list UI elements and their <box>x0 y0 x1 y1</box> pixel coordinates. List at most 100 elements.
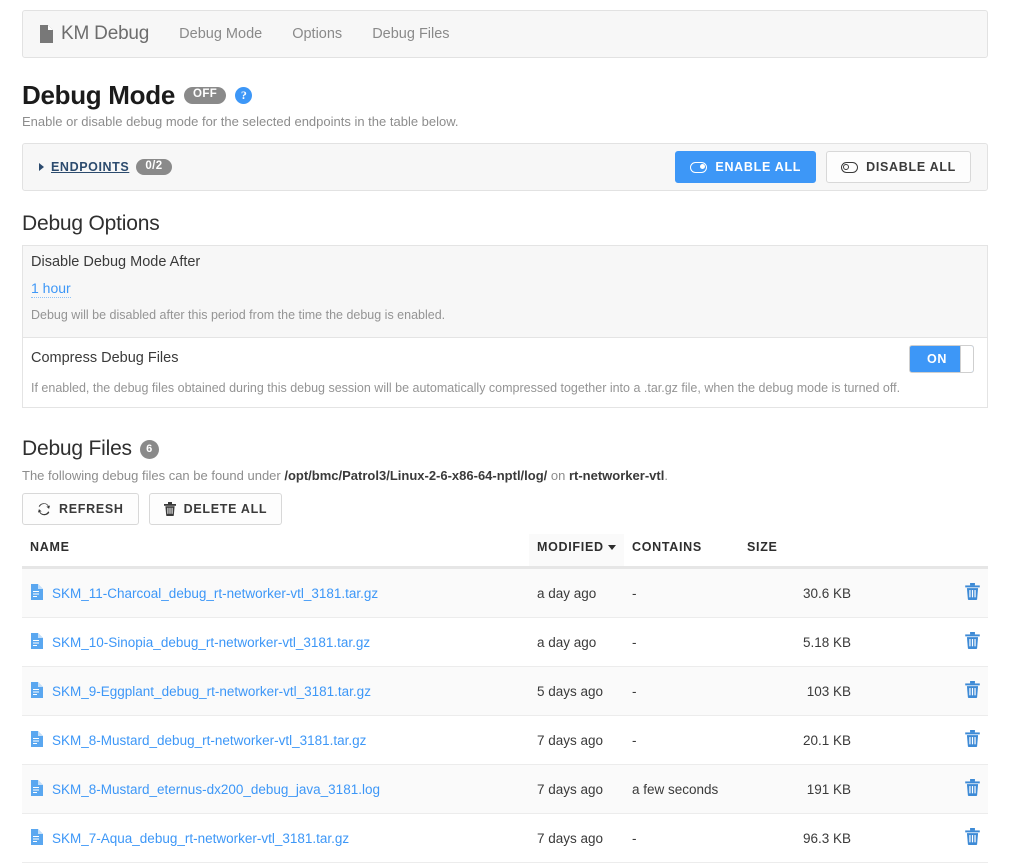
column-header-actions <box>859 534 988 568</box>
file-link[interactable]: SKM_7-Aqua_debug_rt-networker-vtl_3181.t… <box>30 829 349 848</box>
file-link[interactable]: SKM_8-Mustard_debug_rt-networker-vtl_318… <box>30 731 366 750</box>
cell-actions <box>859 568 988 618</box>
column-header-contains[interactable]: CONTAINS <box>624 534 739 568</box>
cell-modified: 7 days ago <box>529 716 624 765</box>
help-circle-icon[interactable]: ? <box>235 87 252 104</box>
cell-actions <box>859 667 988 716</box>
delete-row-button[interactable] <box>965 779 980 799</box>
file-name: SKM_7-Aqua_debug_rt-networker-vtl_3181.t… <box>52 831 349 846</box>
refresh-icon <box>37 502 51 516</box>
note-prefix: The following debug files can be found u… <box>22 468 284 483</box>
delete-row-button[interactable] <box>965 632 980 652</box>
cell-name: SKM_11-Charcoal_debug_rt-networker-vtl_3… <box>22 568 529 618</box>
refresh-button[interactable]: REFRESH <box>22 493 139 525</box>
delete-row-button[interactable] <box>965 828 980 848</box>
file-name: SKM_8-Mustard_debug_rt-networker-vtl_318… <box>52 733 366 748</box>
file-link[interactable]: SKM_9-Eggplant_debug_rt-networker-vtl_31… <box>30 682 371 701</box>
cell-size: 96.3 KB <box>739 814 859 863</box>
column-header-name[interactable]: NAME <box>22 534 529 568</box>
debug-mode-heading: Debug Mode OFF ? <box>22 80 252 111</box>
debug-page: KM Debug Debug Mode Options Debug Files … <box>0 0 1009 866</box>
toggle-off-icon <box>841 162 858 173</box>
cell-name: SKM_7-Aqua_debug_rt-networker-vtl_3181.t… <box>22 814 529 863</box>
cell-size: 20.1 KB <box>739 716 859 765</box>
debug-files-note: The following debug files can be found u… <box>22 468 668 483</box>
table-row: SKM_10-Sinopia_debug_rt-networker-vtl_31… <box>22 618 988 667</box>
file-link[interactable]: SKM_10-Sinopia_debug_rt-networker-vtl_31… <box>30 633 370 652</box>
compress-label: Compress Debug Files <box>31 350 178 366</box>
compress-note: If enabled, the debug files obtained dur… <box>31 381 900 395</box>
file-icon <box>30 829 43 848</box>
column-header-size[interactable]: SIZE <box>739 534 859 568</box>
page-title: Debug Mode <box>22 80 175 111</box>
file-link[interactable]: SKM_11-Charcoal_debug_rt-networker-vtl_3… <box>30 584 378 603</box>
column-header-modified[interactable]: MODIFIED <box>529 534 624 568</box>
note-mid: on <box>547 468 569 483</box>
brand[interactable]: KM Debug <box>39 23 149 45</box>
cell-name: SKM_10-Sinopia_debug_rt-networker-vtl_31… <box>22 618 529 667</box>
debug-files-table: NAME MODIFIED CONTAINS SIZE SKM_11-Charc… <box>22 534 988 863</box>
cell-contains: - <box>624 618 739 667</box>
cell-contains: a few seconds <box>624 765 739 814</box>
delete-row-button[interactable] <box>965 681 980 701</box>
debug-files-count-badge: 6 <box>140 440 159 459</box>
cell-modified: a day ago <box>529 568 624 618</box>
refresh-label: REFRESH <box>59 502 124 516</box>
delete-row-button[interactable] <box>965 730 980 750</box>
table-header: NAME MODIFIED CONTAINS SIZE <box>22 534 988 568</box>
nav-item-debug-files[interactable]: Debug Files <box>372 26 449 42</box>
endpoints-panel: ENDPOINTS 0/2 ENABLE ALL DISABLE ALL <box>22 143 988 191</box>
cell-contains: - <box>624 568 739 618</box>
table-row: SKM_11-Charcoal_debug_rt-networker-vtl_3… <box>22 568 988 618</box>
disable-after-value[interactable]: 1 hour <box>31 280 71 298</box>
brand-label: KM Debug <box>61 23 149 45</box>
delete-all-button[interactable]: DELETE ALL <box>149 493 283 525</box>
cell-name: SKM_8-Mustard_eternus-dx200_debug_java_3… <box>22 765 529 814</box>
cell-size: 30.6 KB <box>739 568 859 618</box>
top-navbar: KM Debug Debug Mode Options Debug Files <box>22 10 988 58</box>
toggle-on-icon <box>690 162 707 173</box>
cell-actions <box>859 765 988 814</box>
file-link[interactable]: SKM_8-Mustard_eternus-dx200_debug_java_3… <box>30 780 380 799</box>
compress-toggle-state: ON <box>910 352 960 366</box>
table-row: SKM_8-Mustard_debug_rt-networker-vtl_318… <box>22 716 988 765</box>
cell-actions <box>859 716 988 765</box>
file-icon <box>30 731 43 750</box>
document-icon <box>39 25 54 43</box>
cell-modified: 7 days ago <box>529 765 624 814</box>
file-name: SKM_11-Charcoal_debug_rt-networker-vtl_3… <box>52 586 378 601</box>
compress-toggle[interactable]: ON <box>909 345 974 373</box>
debug-files-title: Debug Files <box>22 437 132 461</box>
file-name: SKM_9-Eggplant_debug_rt-networker-vtl_31… <box>52 684 371 699</box>
enable-all-label: ENABLE ALL <box>715 160 801 174</box>
cell-modified: 7 days ago <box>529 814 624 863</box>
delete-row-button[interactable] <box>965 583 980 603</box>
endpoints-count-badge: 0/2 <box>136 159 171 176</box>
cell-size: 191 KB <box>739 765 859 814</box>
nav-item-options[interactable]: Options <box>292 26 342 42</box>
cell-size: 103 KB <box>739 667 859 716</box>
debug-options-heading: Debug Options <box>22 212 160 236</box>
file-icon <box>30 780 43 799</box>
chevron-right-icon <box>39 163 44 171</box>
file-name: SKM_10-Sinopia_debug_rt-networker-vtl_31… <box>52 635 370 650</box>
cell-modified: a day ago <box>529 618 624 667</box>
option-compress-panel: Compress Debug Files If enabled, the deb… <box>22 338 988 408</box>
table-header-row: NAME MODIFIED CONTAINS SIZE <box>22 534 988 568</box>
delete-all-label: DELETE ALL <box>184 502 268 516</box>
cell-name: SKM_9-Eggplant_debug_rt-networker-vtl_31… <box>22 667 529 716</box>
column-header-modified-label: MODIFIED <box>537 540 604 554</box>
trash-icon <box>164 502 176 516</box>
cell-name: SKM_8-Mustard_debug_rt-networker-vtl_318… <box>22 716 529 765</box>
endpoints-label: ENDPOINTS <box>51 160 129 174</box>
endpoints-toggle[interactable]: ENDPOINTS 0/2 <box>39 159 172 176</box>
disable-all-button[interactable]: DISABLE ALL <box>826 151 971 183</box>
cell-actions <box>859 618 988 667</box>
enable-all-button[interactable]: ENABLE ALL <box>675 151 816 183</box>
cell-contains: - <box>624 716 739 765</box>
nav-item-debug-mode[interactable]: Debug Mode <box>179 26 262 42</box>
table-row: SKM_7-Aqua_debug_rt-networker-vtl_3181.t… <box>22 814 988 863</box>
sort-descending-icon <box>608 545 616 550</box>
cell-contains: - <box>624 667 739 716</box>
note-host: rt-networker-vtl <box>569 468 664 483</box>
